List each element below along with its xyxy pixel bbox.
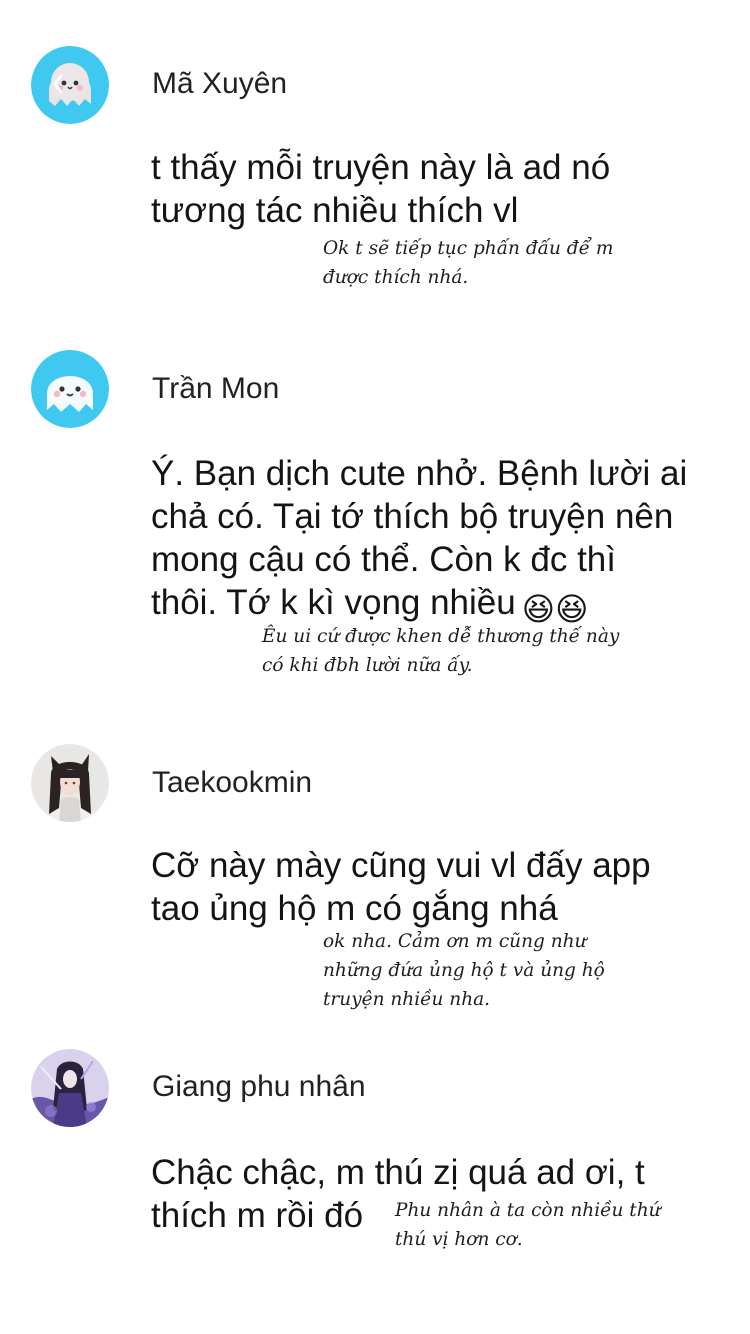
reply-line: Phu nhân à ta còn nhiều thứ [395,1200,661,1221]
comment-username[interactable]: Mã Xuyên [152,67,287,101]
comment-username[interactable]: Trần Mon [152,372,279,406]
comment-item: Giang phu nhân Chậc chậc, m thú zị quá a… [0,1040,750,1334]
comment-text: Cỡ này mày cũng vui vl đấy app tao ủng h… [151,844,711,930]
reply-line: Ok t sẽ tiếp tục phấn đấu để m [323,238,614,259]
avatar[interactable] [31,744,109,822]
reply-line: được thích nhá. [323,267,469,288]
comment-username[interactable]: Taekookmin [152,766,312,800]
comment-username[interactable]: Giang phu nhân [152,1070,366,1104]
reply-line: ok nha. Cảm ơn m cũng như [323,931,587,952]
reply-line: thú vị hơn cơ. [395,1229,523,1250]
reply-text: Ok t sẽ tiếp tục phấn đấu để m được thíc… [323,234,613,292]
comment-text: Ý. Bạn dịch cute nhở. Bệnh lười ai chả c… [151,452,731,631]
avatar[interactable] [31,46,109,124]
reply-line: Êu ui cứ được khen dễ thương thế này [262,626,620,647]
comment-item: Taekookmin Cỡ này mày cũng vui vl đấy ap… [0,730,750,1040]
reply-text: Êu ui cứ được khen dễ thương thế này có … [262,622,619,680]
comment-text-content: t thấy mỗi truyện này là ad nó tương tác… [151,148,611,230]
comment-text-line: Ý. Bạn dịch cute nhở. Bệnh lười ai [151,454,688,493]
comment-text: t thấy mỗi truyện này là ad nó tương tác… [151,146,711,232]
comment-text-line: tao ủng hộ m có gắng nhá [151,889,558,928]
anime-cat-girl-avatar-icon [31,744,109,822]
comment-text-line: Chậc chậc, m thú zị quá ad ơi, t [151,1153,645,1192]
ghost-mascot-icon [31,350,109,428]
reply-text: Phu nhân à ta còn nhiều thứ thú vị hơn c… [395,1196,661,1254]
comment-text-line-content: thôi. Tớ k kì vọng nhiều [151,583,516,622]
reply-line: truyện nhiều nha. [323,989,491,1010]
ghost-mascot-back-arrow-icon [31,46,109,124]
comment-text-line: chả có. Tại tớ thích bộ truyện nên [151,497,674,536]
reply-text: ok nha. Cảm ơn m cũng như những đứa ủng … [323,927,605,1014]
comment-item: Mã Xuyên t thấy mỗi truyện này là ad nó … [0,0,750,330]
avatar[interactable] [31,1049,109,1127]
avatar[interactable] [31,350,109,428]
comment-text-line: mong cậu có thể. Còn k đc thì [151,540,616,579]
anime-purple-warrior-avatar-icon [31,1049,109,1127]
reply-line: những đứa ủng hộ t và ủng hộ [323,960,605,981]
reply-line: có khi đbh lười nữa ấy. [262,655,473,676]
comment-item: Trần Mon Ý. Bạn dịch cute nhở. Bệnh lười… [0,330,750,730]
comment-text-line: Cỡ này mày cũng vui vl đấy app [151,846,651,885]
